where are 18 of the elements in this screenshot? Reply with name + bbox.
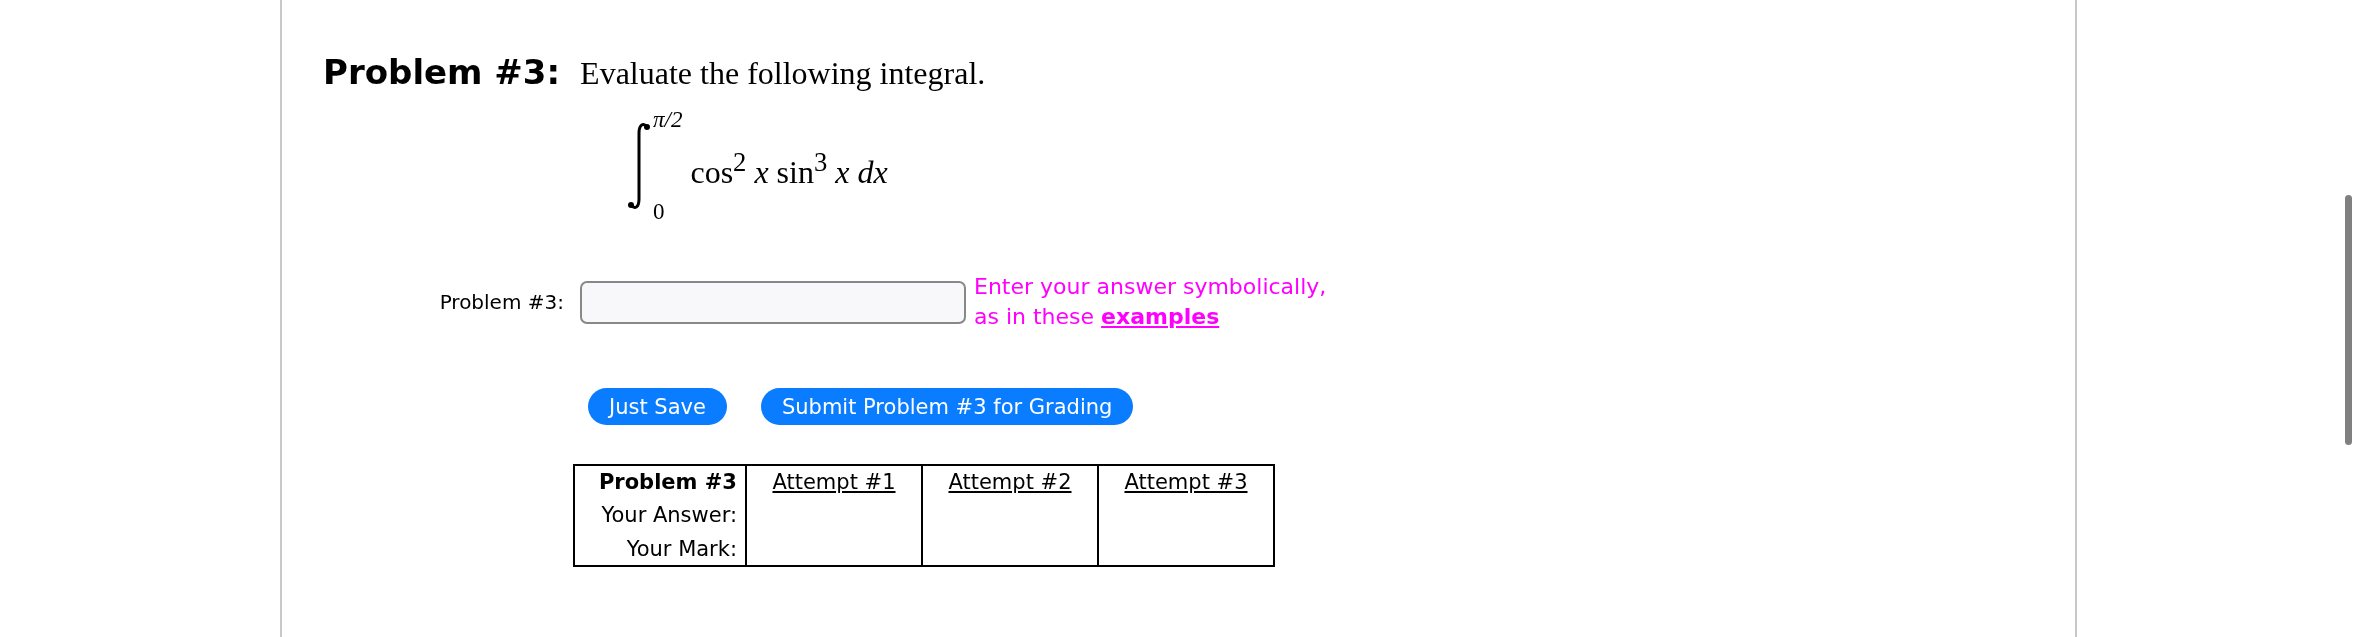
answer-hint: Enter your answer symbolically, as in these examples — [974, 273, 1328, 331]
answer-field[interactable] — [580, 280, 966, 324]
upper-limit: π/2 — [653, 107, 683, 133]
row-label: Your Mark: — [574, 532, 746, 566]
problem-heading: Problem #3: — [323, 52, 561, 92]
save-button[interactable]: Just Save — [588, 388, 727, 425]
table-heading: Problem #3 — [574, 465, 746, 498]
attempt-link[interactable]: Attempt #3 — [1098, 465, 1274, 498]
attempt-link[interactable]: Attempt #1 — [746, 465, 922, 498]
scrollbar-thumb[interactable] — [2345, 195, 2352, 445]
submit-button[interactable]: Submit Problem #3 for Grading — [760, 388, 1134, 425]
problem-prompt: Evaluate the following integral. — [580, 55, 986, 92]
integral-sign-icon — [627, 121, 651, 211]
answer-label: Problem #3: — [438, 290, 564, 314]
row-label: Your Answer: — [574, 498, 746, 532]
integrand: cos$^{2}$ x sin$^{3}$ x dx — [690, 147, 888, 191]
lower-limit: 0 — [653, 199, 666, 225]
attempt-link[interactable]: Attempt #2 — [922, 465, 1098, 498]
